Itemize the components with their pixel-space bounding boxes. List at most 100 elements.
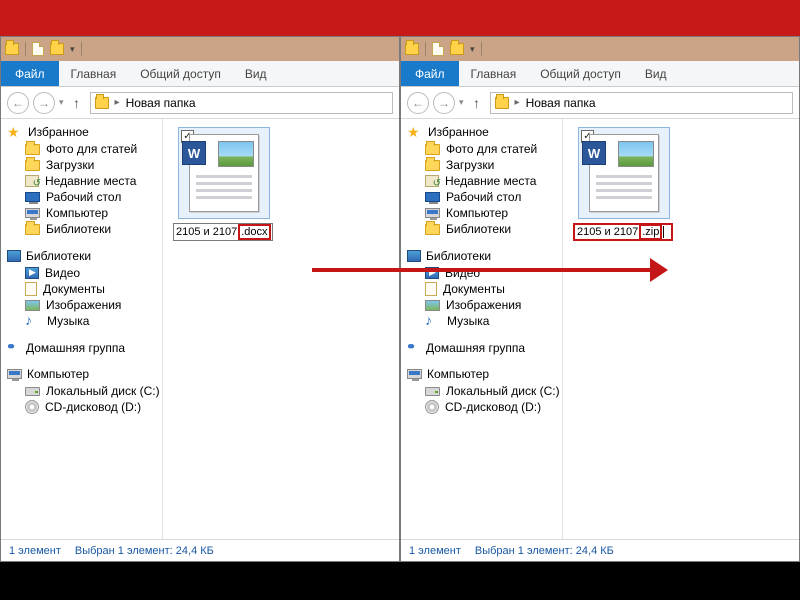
chevron-right-icon[interactable]: ▸	[115, 97, 120, 108]
sidebar-item-libraries-fav[interactable]: Библиотеки	[407, 221, 558, 237]
sidebar-item-recent[interactable]: Недавние места	[7, 173, 158, 189]
picture-icon	[425, 300, 440, 311]
tab-share[interactable]: Общий доступ	[128, 61, 233, 86]
drive-icon	[25, 387, 40, 396]
file-item-selected[interactable]: ✓ W 2105 и 2107 .zip	[573, 127, 675, 241]
sidebar-item-videos[interactable]: Видео	[7, 265, 158, 281]
letterbox-bottom	[0, 562, 800, 600]
sidebar-item-label: Загрузки	[46, 158, 94, 172]
group-homegroup[interactable]: Домашняя группа	[26, 341, 125, 355]
tab-share[interactable]: Общий доступ	[528, 61, 633, 86]
forward-button[interactable]: →	[433, 92, 455, 114]
title-bar[interactable]: ▾	[401, 37, 799, 61]
sidebar-item-label: Фото для статей	[446, 142, 537, 156]
file-list-pane[interactable]: ✓ W 2105 и 2107 .zip	[563, 119, 799, 539]
picture-icon	[25, 300, 40, 311]
tab-home[interactable]: Главная	[59, 61, 129, 86]
sidebar-item-desktop[interactable]: Рабочий стол	[7, 189, 158, 205]
sidebar-item-drive-d[interactable]: CD-дисковод (D:)	[7, 399, 158, 415]
chevron-right-icon[interactable]: ▸	[515, 97, 520, 108]
new-folder-icon[interactable]	[50, 43, 64, 55]
sidebar-item-photos[interactable]: Фото для статей	[7, 141, 158, 157]
word-document-icon: W	[189, 134, 259, 212]
group-libraries[interactable]: Библиотеки	[26, 249, 91, 263]
up-button[interactable]: ↑	[68, 94, 86, 112]
sidebar-item-music[interactable]: Музыка	[7, 313, 158, 329]
sidebar-item-pictures[interactable]: Изображения	[407, 297, 558, 313]
up-button[interactable]: ↑	[468, 94, 486, 112]
sidebar-item-pictures[interactable]: Изображения	[7, 297, 158, 313]
file-thumbnail[interactable]: ✓ W	[178, 127, 270, 219]
document-icon	[425, 282, 437, 296]
sidebar-item-label: Музыка	[447, 314, 489, 328]
navigation-pane[interactable]: ★Избранное Фото для статей Загрузки Неда…	[401, 119, 563, 539]
sidebar-item-libraries-fav[interactable]: Библиотеки	[7, 221, 158, 237]
new-folder-icon[interactable]	[450, 43, 464, 55]
group-homegroup[interactable]: Домашняя группа	[426, 341, 525, 355]
navigation-pane[interactable]: ★ Избранное Фото для статей Загрузки Неда…	[1, 119, 163, 539]
sidebar-item-drive-c[interactable]: Локальный диск (C:)	[7, 383, 158, 399]
group-favorites[interactable]: Избранное	[28, 125, 89, 139]
music-icon	[25, 314, 41, 328]
back-button[interactable]: ←	[407, 92, 429, 114]
sidebar-item-label: Изображения	[46, 298, 121, 312]
properties-icon[interactable]	[32, 42, 44, 56]
qat-dropdown-icon[interactable]: ▾	[70, 44, 75, 55]
sidebar-item-documents[interactable]: Документы	[407, 281, 558, 297]
folder-icon	[425, 160, 440, 171]
tab-home[interactable]: Главная	[459, 61, 529, 86]
title-bar[interactable]: ▾	[1, 37, 399, 61]
file-list-pane[interactable]: ✓ W 2105 и 2107 .docx	[163, 119, 399, 539]
sidebar-item-photos[interactable]: Фото для статей	[407, 141, 558, 157]
text-caret	[663, 226, 664, 238]
star-icon: ★	[7, 125, 23, 139]
sidebar-item-downloads[interactable]: Загрузки	[407, 157, 558, 173]
tab-view[interactable]: Вид	[633, 61, 679, 86]
sidebar-item-desktop[interactable]: Рабочий стол	[407, 189, 558, 205]
address-bar[interactable]: ▸ Новая папка	[90, 92, 393, 114]
breadcrumb-current[interactable]: Новая папка	[526, 96, 596, 110]
address-bar[interactable]: ▸ Новая папка	[490, 92, 793, 114]
file-thumbnail[interactable]: ✓ W	[578, 127, 670, 219]
sidebar-item-label: Компьютер	[446, 206, 508, 220]
sidebar-item-computer-fav[interactable]: Компьютер	[7, 205, 158, 221]
sidebar-item-label: Изображения	[446, 298, 521, 312]
computer-icon	[25, 208, 40, 218]
history-dropdown-icon[interactable]: ▾	[459, 97, 464, 108]
properties-icon[interactable]	[432, 42, 444, 56]
history-dropdown-icon[interactable]: ▾	[59, 97, 64, 108]
sidebar-item-label: Локальный диск (C:)	[446, 384, 560, 398]
sidebar-item-downloads[interactable]: Загрузки	[7, 157, 158, 173]
tab-file[interactable]: Файл	[401, 61, 459, 86]
group-computer[interactable]: Компьютер	[27, 367, 89, 381]
sidebar-item-music[interactable]: Музыка	[407, 313, 558, 329]
sidebar-item-computer-fav[interactable]: Компьютер	[407, 205, 558, 221]
group-libraries[interactable]: Библиотеки	[426, 249, 491, 263]
sidebar-item-documents[interactable]: Документы	[7, 281, 158, 297]
sidebar-item-recent[interactable]: Недавние места	[407, 173, 558, 189]
separator	[25, 42, 26, 56]
breadcrumb-current[interactable]: Новая папка	[126, 96, 196, 110]
separator	[81, 42, 82, 56]
homegroup-icon	[7, 341, 21, 355]
document-icon	[25, 282, 37, 296]
desktop-icon	[425, 192, 440, 202]
folder-icon	[95, 97, 109, 109]
sidebar-item-label: Документы	[43, 282, 105, 296]
tab-view[interactable]: Вид	[233, 61, 279, 86]
sidebar-item-drive-c[interactable]: Локальный диск (C:)	[407, 383, 558, 399]
group-favorites[interactable]: Избранное	[428, 125, 489, 139]
sidebar-item-drive-d[interactable]: CD-дисковод (D:)	[407, 399, 558, 415]
folder-icon	[25, 144, 40, 155]
tab-file[interactable]: Файл	[1, 61, 59, 86]
rename-input[interactable]: 2105 и 2107 .docx	[173, 223, 273, 241]
group-computer[interactable]: Компьютер	[427, 367, 489, 381]
rename-input[interactable]: 2105 и 2107 .zip	[573, 223, 673, 241]
status-item-count: 1 элемент	[409, 545, 461, 557]
qat-dropdown-icon[interactable]: ▾	[470, 44, 475, 55]
sidebar-item-label: Фото для статей	[46, 142, 137, 156]
file-item-selected[interactable]: ✓ W 2105 и 2107 .docx	[173, 127, 275, 241]
music-icon	[425, 314, 441, 328]
forward-button[interactable]: →	[33, 92, 55, 114]
back-button[interactable]: ←	[7, 92, 29, 114]
